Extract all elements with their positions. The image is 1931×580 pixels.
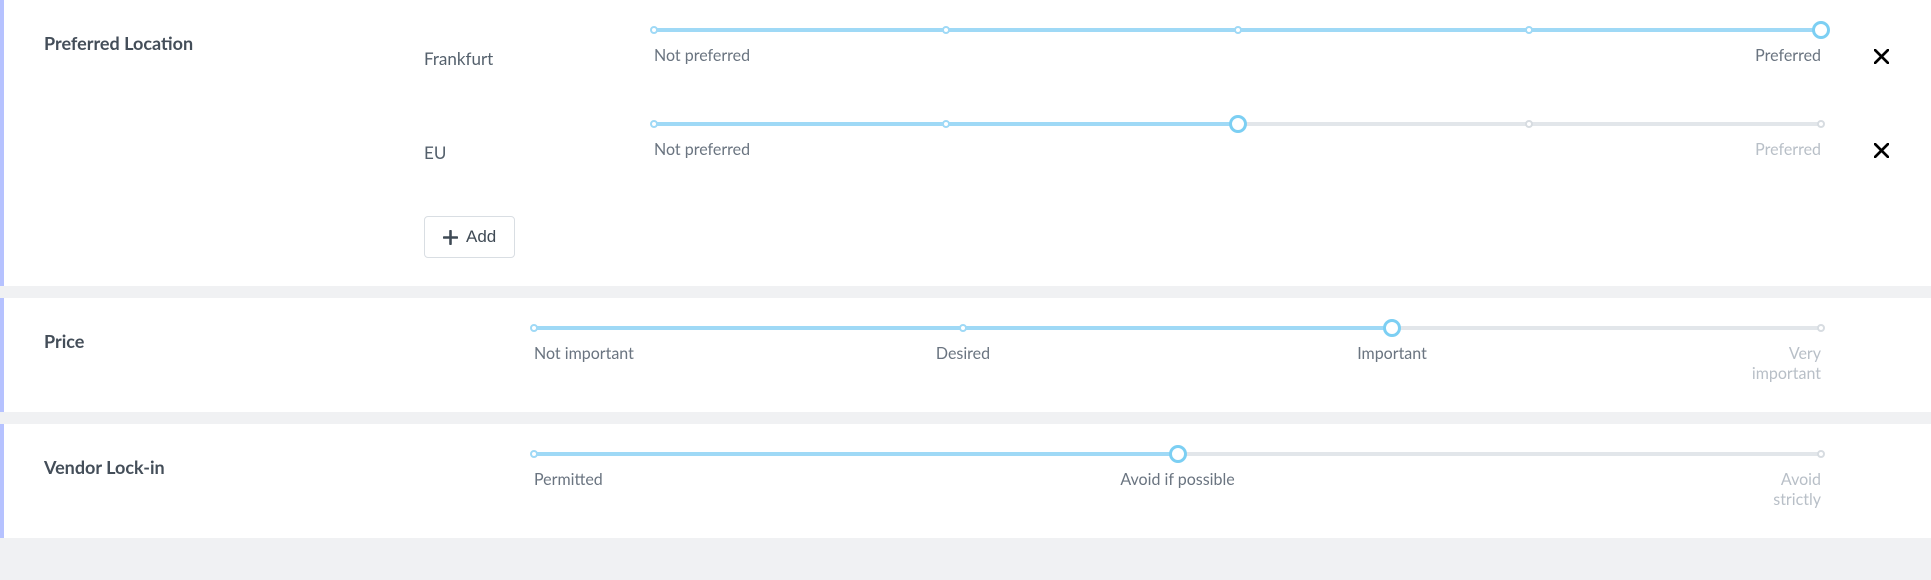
location-row-frankfurt: Frankfurt Not preferred Preferre — [424, 28, 1891, 86]
vendor-label-2: Avoid strictly — [1773, 470, 1821, 510]
slider-handle[interactable] — [1169, 445, 1187, 463]
add-location-row: Add — [424, 216, 1891, 258]
remove-location-button[interactable] — [1871, 140, 1891, 160]
location-label: Frankfurt — [424, 46, 654, 69]
slider-handle[interactable] — [1812, 21, 1830, 39]
slider-handle[interactable] — [1229, 115, 1247, 133]
plus-icon — [443, 230, 458, 245]
location-label: EU — [424, 140, 654, 163]
preference-slider-frankfurt[interactable] — [654, 28, 1821, 32]
location-row-eu: EU Not preferred Preferred — [424, 122, 1891, 180]
add-location-button[interactable]: Add — [424, 216, 515, 258]
vendor-label-0: Permitted — [534, 470, 603, 490]
slider-min-label: Not preferred — [654, 140, 750, 160]
price-label-2: Important — [1357, 344, 1427, 364]
slider-max-label: Preferred — [1755, 140, 1821, 160]
price-card: Price Not important Desired Important Ve… — [0, 298, 1931, 412]
slider-min-label: Not preferred — [654, 46, 750, 66]
close-icon — [1874, 49, 1889, 64]
vendor-label-1: Avoid if possible — [1120, 470, 1234, 490]
preferred-location-title: Preferred Location — [44, 28, 424, 54]
vendor-lockin-card: Vendor Lock-in Permitted Avoid if possib… — [0, 424, 1931, 538]
price-label-1: Desired — [936, 344, 990, 364]
price-slider[interactable] — [534, 326, 1821, 330]
slider-max-label: Preferred — [1755, 46, 1821, 66]
slider-handle[interactable] — [1383, 319, 1401, 337]
price-label-0: Not important — [534, 344, 634, 364]
close-icon — [1874, 143, 1889, 158]
vendor-lockin-title: Vendor Lock-in — [44, 452, 534, 478]
remove-location-button[interactable] — [1871, 46, 1891, 66]
preference-slider-eu[interactable] — [654, 122, 1821, 126]
add-button-label: Add — [466, 227, 496, 247]
preferred-location-card: Preferred Location Frankfurt — [0, 0, 1931, 286]
price-title: Price — [44, 326, 534, 352]
vendor-lockin-slider[interactable] — [534, 452, 1821, 456]
price-label-3: Very important — [1752, 344, 1821, 384]
